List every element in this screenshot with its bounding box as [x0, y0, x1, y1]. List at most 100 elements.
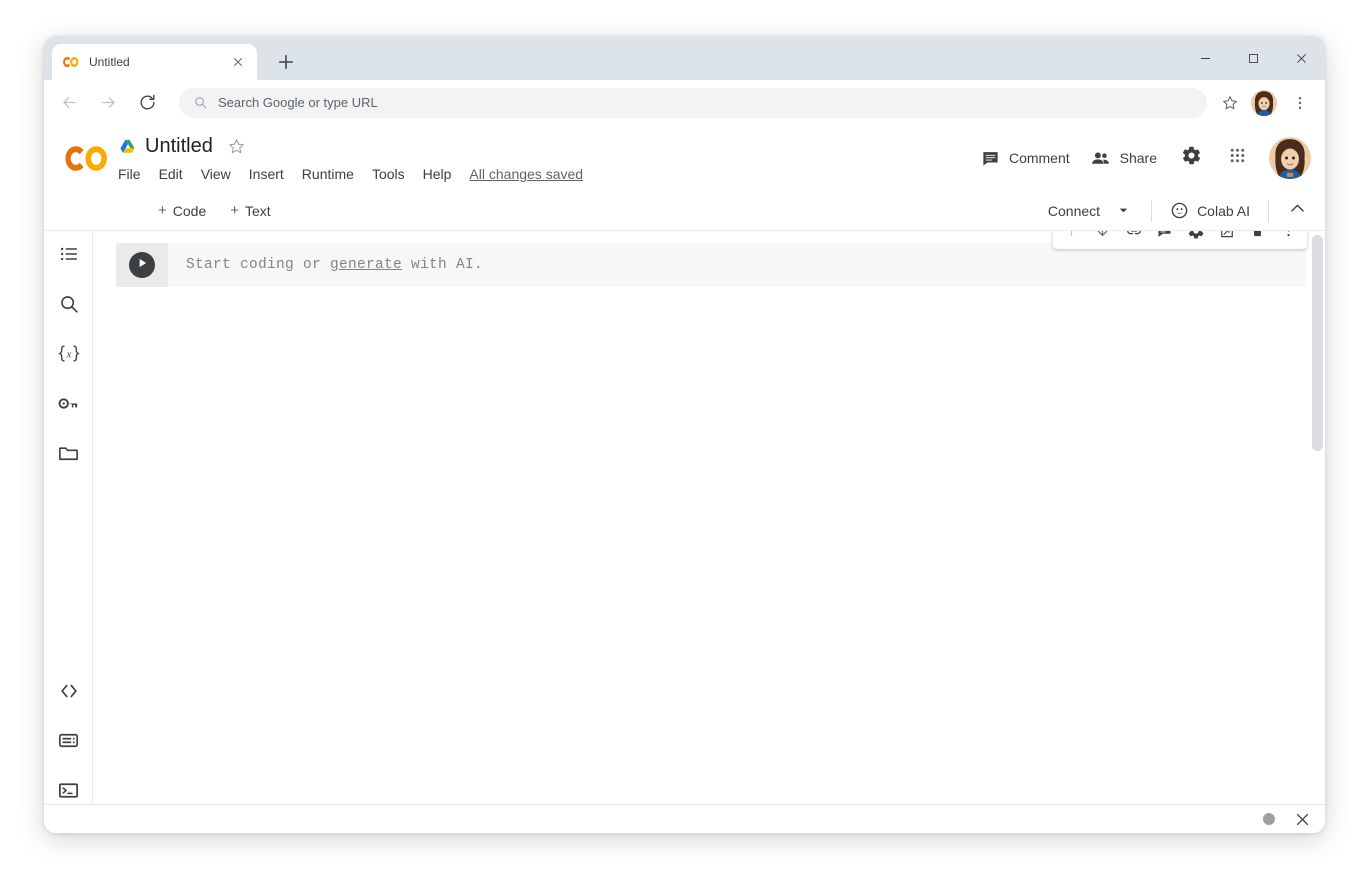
left-sidebar: x — [44, 231, 93, 833]
sidebar-item-command-palette[interactable] — [44, 718, 93, 768]
collapse-toolbar-button[interactable] — [1281, 195, 1313, 227]
people-icon — [1090, 148, 1111, 169]
colab-ai-button[interactable]: Colab AI — [1164, 196, 1256, 226]
cell-settings-button[interactable] — [1180, 231, 1211, 248]
more-cell-actions-button[interactable] — [1273, 231, 1304, 248]
google-drive-icon — [118, 137, 137, 156]
connect-label: Connect — [1048, 203, 1100, 219]
sidebar-item-secrets[interactable] — [44, 381, 93, 431]
window-controls — [1181, 36, 1325, 80]
code-cell[interactable]: Start coding or generate with AI. — [116, 243, 1306, 287]
browser-tab[interactable]: Untitled — [52, 44, 257, 80]
sidebar-item-code-snippets[interactable] — [44, 668, 93, 718]
terminal-icon — [57, 779, 80, 807]
settings-button[interactable] — [1171, 138, 1211, 178]
tab-title: Untitled — [89, 55, 229, 69]
reload-icon[interactable] — [132, 88, 162, 118]
play-icon — [135, 256, 149, 275]
apps-grid-icon — [1227, 145, 1248, 171]
delete-cell-button[interactable] — [1242, 231, 1273, 248]
account-avatar[interactable] — [1269, 137, 1311, 179]
generate-with-ai-link[interactable]: generate — [330, 257, 402, 273]
connect-button[interactable]: Connect — [1040, 196, 1139, 226]
run-cell-button[interactable] — [129, 252, 155, 278]
notebook-scrollbar[interactable] — [1312, 231, 1323, 804]
placeholder-text-before: Start coding or — [186, 257, 330, 273]
cell-toolbar — [1053, 231, 1307, 249]
code-placeholder: Start coding or generate with AI. — [186, 257, 483, 273]
mirror-cell-button[interactable] — [1211, 231, 1242, 248]
add-code-label: Code — [173, 203, 206, 219]
comment-icon — [981, 149, 1000, 168]
executing-dot-icon — [1263, 813, 1275, 825]
comment-icon — [1156, 231, 1173, 244]
more-vertical-icon — [1280, 231, 1297, 244]
add-comment-button[interactable] — [1149, 231, 1180, 248]
forward-arrow-icon[interactable] — [93, 88, 123, 118]
menu-item-insert[interactable]: Insert — [249, 166, 284, 182]
folder-icon — [57, 442, 80, 470]
status-close-icon[interactable] — [1294, 811, 1311, 828]
divider — [1268, 200, 1269, 222]
menu-item-help[interactable]: Help — [423, 166, 452, 182]
minimize-icon[interactable] — [1181, 36, 1229, 80]
page-title[interactable]: Untitled — [145, 135, 213, 158]
menu-bar: File Edit View Insert Runtime Tools Help… — [118, 163, 583, 185]
move-cell-down-button[interactable] — [1087, 231, 1118, 248]
list-icon — [58, 243, 80, 270]
arrow-up-icon — [1063, 231, 1080, 244]
share-button[interactable]: Share — [1082, 141, 1165, 175]
colab-ai-label: Colab AI — [1197, 203, 1250, 219]
back-arrow-icon[interactable] — [54, 88, 84, 118]
plus-icon: + — [158, 202, 167, 219]
menu-item-edit[interactable]: Edit — [159, 166, 183, 182]
apps-grid-button[interactable] — [1217, 138, 1257, 178]
star-icon[interactable] — [1215, 88, 1245, 118]
colab-ai-icon — [1170, 201, 1189, 220]
menu-item-tools[interactable]: Tools — [372, 166, 405, 182]
variables-icon: x — [57, 343, 81, 370]
add-text-cell-button[interactable]: + Text — [222, 197, 278, 225]
menu-item-file[interactable]: File — [118, 166, 141, 182]
svg-text:x: x — [65, 349, 71, 360]
link-icon — [1125, 231, 1143, 245]
address-bar[interactable]: Search Google or type URL — [179, 88, 1207, 118]
new-tab-button[interactable] — [272, 48, 300, 76]
mirror-icon — [1218, 231, 1236, 245]
gear-icon — [1187, 231, 1205, 245]
code-editor[interactable]: Start coding or generate with AI. — [168, 243, 1306, 287]
sidebar-item-find-and-replace[interactable] — [44, 281, 93, 331]
key-icon — [57, 392, 80, 420]
scrollbar-thumb[interactable] — [1312, 235, 1323, 451]
menu-item-view[interactable]: View — [201, 166, 231, 182]
colab-logo[interactable] — [62, 144, 112, 173]
notebook-title-row: Untitled — [118, 131, 583, 161]
chevron-down-icon[interactable] — [1116, 203, 1131, 218]
three-dot-menu-icon[interactable] — [1285, 88, 1315, 118]
menu-item-runtime[interactable]: Runtime — [302, 166, 354, 182]
cell-run-gutter — [116, 243, 168, 287]
sidebar-bottom-group — [44, 668, 93, 818]
colab-app: Untitled File Edit View Insert Runtime T… — [44, 125, 1325, 833]
save-status[interactable]: All changes saved — [469, 166, 583, 182]
move-cell-up-button[interactable] — [1056, 231, 1087, 248]
toolbar-actions — [1213, 88, 1315, 118]
comment-label: Comment — [1009, 150, 1070, 166]
link-to-cell-button[interactable] — [1118, 231, 1149, 248]
chevron-up-icon — [1288, 199, 1307, 223]
sidebar-item-files[interactable] — [44, 431, 93, 481]
placeholder-text-after: with AI. — [402, 257, 483, 273]
sidebar-item-variables[interactable]: x — [44, 331, 93, 381]
notebook-area: Start coding or generate with AI. — [94, 231, 1325, 804]
star-outline-icon[interactable] — [227, 137, 246, 156]
comment-button[interactable]: Comment — [973, 141, 1078, 175]
divider — [1151, 200, 1152, 222]
tab-close-icon[interactable] — [229, 53, 247, 71]
arrow-down-icon — [1094, 231, 1111, 244]
browser-window: Untitled — [44, 36, 1325, 833]
add-code-cell-button[interactable]: + Code — [150, 197, 214, 225]
window-close-icon[interactable] — [1277, 36, 1325, 80]
maximize-icon[interactable] — [1229, 36, 1277, 80]
profile-avatar[interactable] — [1251, 90, 1277, 116]
sidebar-item-table-of-contents[interactable] — [44, 231, 93, 281]
